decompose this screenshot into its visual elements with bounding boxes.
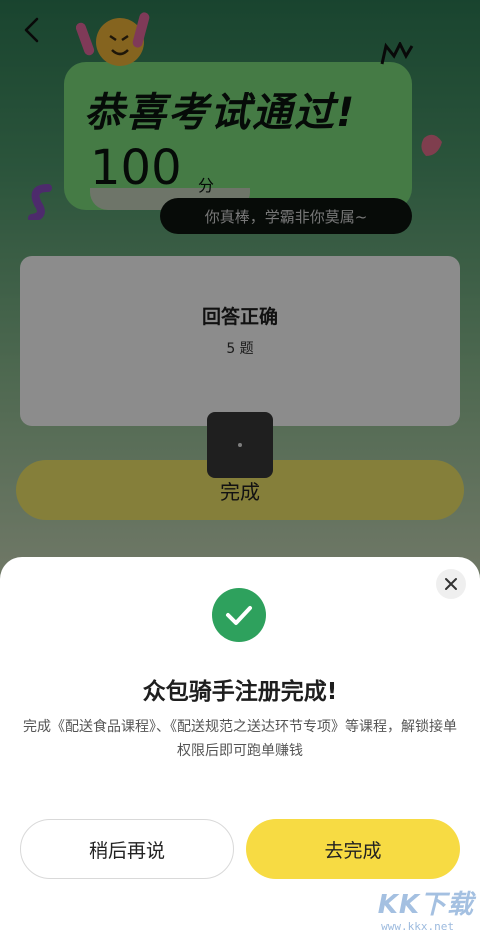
sheet-description: 完成《配送食品课程》、《配送规范之送达环节专项》等课程，解锁接单权限后即可跑单赚… xyxy=(23,719,457,759)
go-complete-button[interactable]: 去完成 xyxy=(246,819,460,879)
check-icon xyxy=(226,606,252,625)
registration-sheet: 众包骑手注册完成! 完成《配送食品课程》、《配送规范之送达环节专项》等课程，解锁… xyxy=(0,557,480,935)
sheet-title: 众包骑手注册完成! xyxy=(142,679,338,705)
success-badge xyxy=(212,588,266,642)
later-button[interactable]: 稍后再说 xyxy=(20,819,234,879)
watermark-url: www.kkx.net xyxy=(381,920,454,933)
close-icon xyxy=(445,578,457,590)
close-button[interactable] xyxy=(436,569,466,599)
watermark-logo: KK下载 xyxy=(377,890,474,920)
